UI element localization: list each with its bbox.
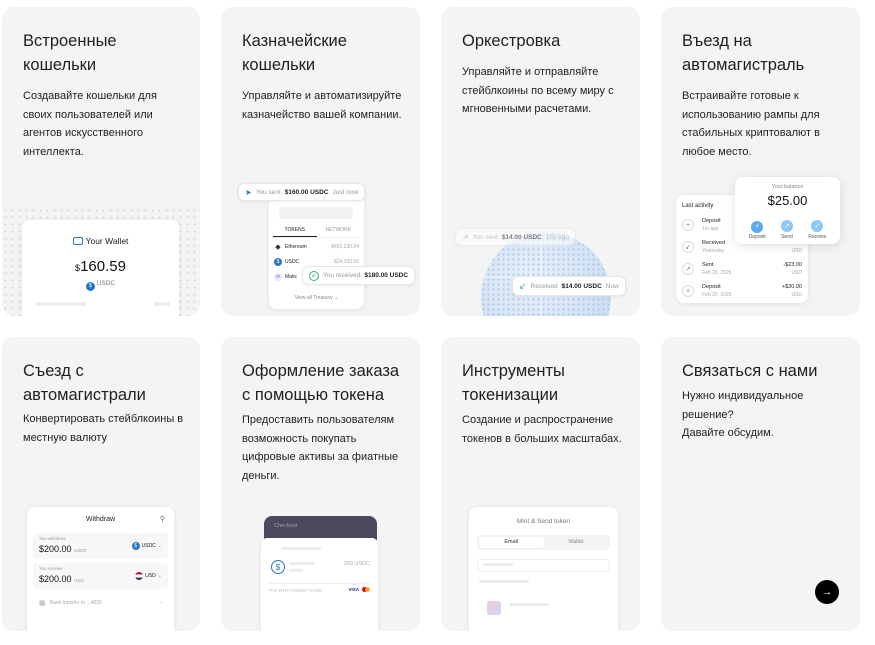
withdraw-amount-row[interactable]: You withdraw $200.00 USDC $ USDC ⌄ <box>33 533 168 559</box>
card-title: Въезд на автомагистраль <box>682 32 805 74</box>
receive-button[interactable]: ✓ Receive <box>808 215 826 240</box>
card-tokenization-tools[interactable]: Инструменты токенизации Создание и распр… <box>441 337 640 631</box>
usdc-icon: $ <box>274 258 282 266</box>
arrow-right-icon: → <box>821 585 833 598</box>
wallet-label: Your Wallet <box>85 236 129 246</box>
tab-tokens[interactable]: TOKENS <box>273 227 317 237</box>
plus-icon: + <box>751 220 764 233</box>
wallet-balance: $160.59 <box>75 258 126 275</box>
card-description: Нужно индивидуальное решение? Давайте об… <box>682 390 804 440</box>
plus-icon: + <box>682 285 694 297</box>
checkmark-icon: ✓ <box>811 220 824 232</box>
tab-email[interactable]: Email <box>479 537 544 548</box>
token-row: ◆ Ethereum $462,230.04 <box>275 244 359 251</box>
bank-transfer-row[interactable]: ▦ Bank transfer to ...4839 › <box>39 597 162 609</box>
arrow-up-right-icon: ↗ <box>462 232 469 242</box>
us-flag-icon <box>135 572 144 580</box>
checkout-widget: $ 200 USDC PAY WITH CREDIT CARD VISA <box>261 538 378 631</box>
card-title: Казначейские кошельки <box>242 32 347 74</box>
balance-card: Your balance $25.00 + Deposit ↗ Send ✓ R… <box>735 177 840 244</box>
wallet-icon <box>72 237 83 245</box>
arrow-down-left-icon: ↙ <box>519 280 527 291</box>
mint-tabs: Email Wallet <box>477 535 610 550</box>
card-offramp[interactable]: Съезд с автомагистрали Конвертировать ст… <box>2 337 200 631</box>
card-title: Оркестровка <box>462 32 561 50</box>
card-title: Инструменты токенизации <box>462 362 565 404</box>
token-image-placeholder <box>487 601 501 615</box>
tab-wallet[interactable]: Wallet <box>544 537 609 548</box>
card-embedded-wallets[interactable]: Встроенные кошельки Создавайте кошельки … <box>2 7 200 316</box>
receive-amount-row[interactable]: You receive $200.00 USD USD ⌄ <box>33 563 168 589</box>
card-description: Создание и распространение токенов в бол… <box>462 414 622 445</box>
balance-amount: $25.00 <box>767 193 808 208</box>
mint-send-widget: Mint & Send token Email Wallet <box>469 507 618 631</box>
card-orchestration[interactable]: Оркестровка Управляйте и отправляйте сте… <box>441 7 640 316</box>
view-all-link[interactable]: View all Treasury ⌄ <box>269 295 364 301</box>
card-description: Создавайте кошельки для своих пользовате… <box>23 90 157 158</box>
arrow-down-left-icon: ↙ <box>682 241 694 253</box>
received-toast: ↙ Received $14.00 USDC Now <box>512 276 626 296</box>
currency-select[interactable]: $ USDC ⌄ <box>131 542 162 550</box>
card-title: Встроенные кошельки <box>23 32 117 74</box>
pay-with-label: PAY WITH CREDIT CARD <box>269 588 322 593</box>
chevron-down-icon: ⌄ <box>157 573 162 579</box>
wallet-widget: Your Wallet $160.59 $ USDC <box>22 220 179 316</box>
card-description: Встраивайте готовые к использованию рамп… <box>682 90 820 158</box>
ethereum-icon: ◆ <box>275 244 281 251</box>
withdraw-title: Withdraw <box>85 516 116 523</box>
chevron-right-icon: › <box>160 600 162 606</box>
activity-title: Last activity <box>682 203 714 209</box>
visa-icon: VISA <box>348 587 359 592</box>
currency-select[interactable]: USD ⌄ <box>135 572 162 580</box>
activity-row: + Deposit Feb 20, 2025 +$20.00 USD <box>682 284 802 300</box>
arrow-up-right-icon: ↗ <box>780 220 793 232</box>
sent-toast: ↗ You sent $14.00 USDC 15s ago <box>455 228 577 246</box>
received-icon: ↙ <box>309 270 319 281</box>
card-treasury-wallets[interactable]: Казначейские кошельки Управляйте и автом… <box>221 7 420 316</box>
send-button[interactable]: ↗ Send <box>780 215 793 240</box>
wallet-token: $ USDC <box>22 280 179 291</box>
received-toast: ↙ You received $180.00 USDC <box>302 266 416 285</box>
user-icon[interactable]: ⚲ <box>160 515 165 523</box>
checkout-amount: 200 USDC <box>343 561 370 567</box>
activity-row: ↗ Sent Feb 20, 2025 -$23.00 USD <box>682 262 802 278</box>
card-description: Управляйте и автоматизируйте казначейств… <box>242 90 402 121</box>
card-description: Конвертировать стейблкоины в местную вал… <box>23 413 184 444</box>
plus-icon: + <box>682 219 694 231</box>
usdc-icon: $ <box>271 560 285 574</box>
card-description: Управляйте и отправляйте стейблкоины по … <box>462 66 614 116</box>
contact-arrow-button[interactable]: → <box>815 580 839 604</box>
usdc-icon: $ <box>131 542 140 550</box>
treasury-panel: TOKENS NETWORK ◆ Ethereum $462,230.04 $ … <box>269 187 364 309</box>
card-title: Связаться с нами <box>682 362 818 380</box>
card-description: Предоставить пользователям возможность п… <box>242 414 399 482</box>
chevron-down-icon: ⌄ <box>157 543 162 549</box>
card-contact-us[interactable]: Связаться с нами Нужно индивидуальное ре… <box>661 337 860 631</box>
card-onramp[interactable]: Въезд на автомагистраль Встраивайте гото… <box>661 7 860 316</box>
usdc-icon: $ <box>85 281 95 291</box>
mastercard-icon <box>362 587 370 592</box>
card-token-checkout[interactable]: Оформление заказа с помощью токена Предо… <box>221 337 420 631</box>
bank-icon: ▦ <box>39 600 46 607</box>
paper-plane-icon: ➤ <box>245 187 252 197</box>
withdraw-widget: Withdraw ⚲ You withdraw $200.00 USDC $ U… <box>27 507 174 631</box>
mint-title: Mint & Send token <box>516 518 571 525</box>
sent-toast: ➤ You sent $160.00 USDC Just now <box>238 183 366 201</box>
tab-network[interactable]: NETWORK <box>317 227 361 237</box>
arrow-up-right-icon: ↗ <box>682 263 694 275</box>
deposit-button[interactable]: + Deposit <box>749 215 766 240</box>
card-title: Оформление заказа с помощью токена <box>242 362 400 404</box>
balance-label: Your balance <box>771 184 804 190</box>
card-title: Съезд с автомагистрали <box>23 362 146 404</box>
matic-icon: ∞ <box>274 273 282 281</box>
